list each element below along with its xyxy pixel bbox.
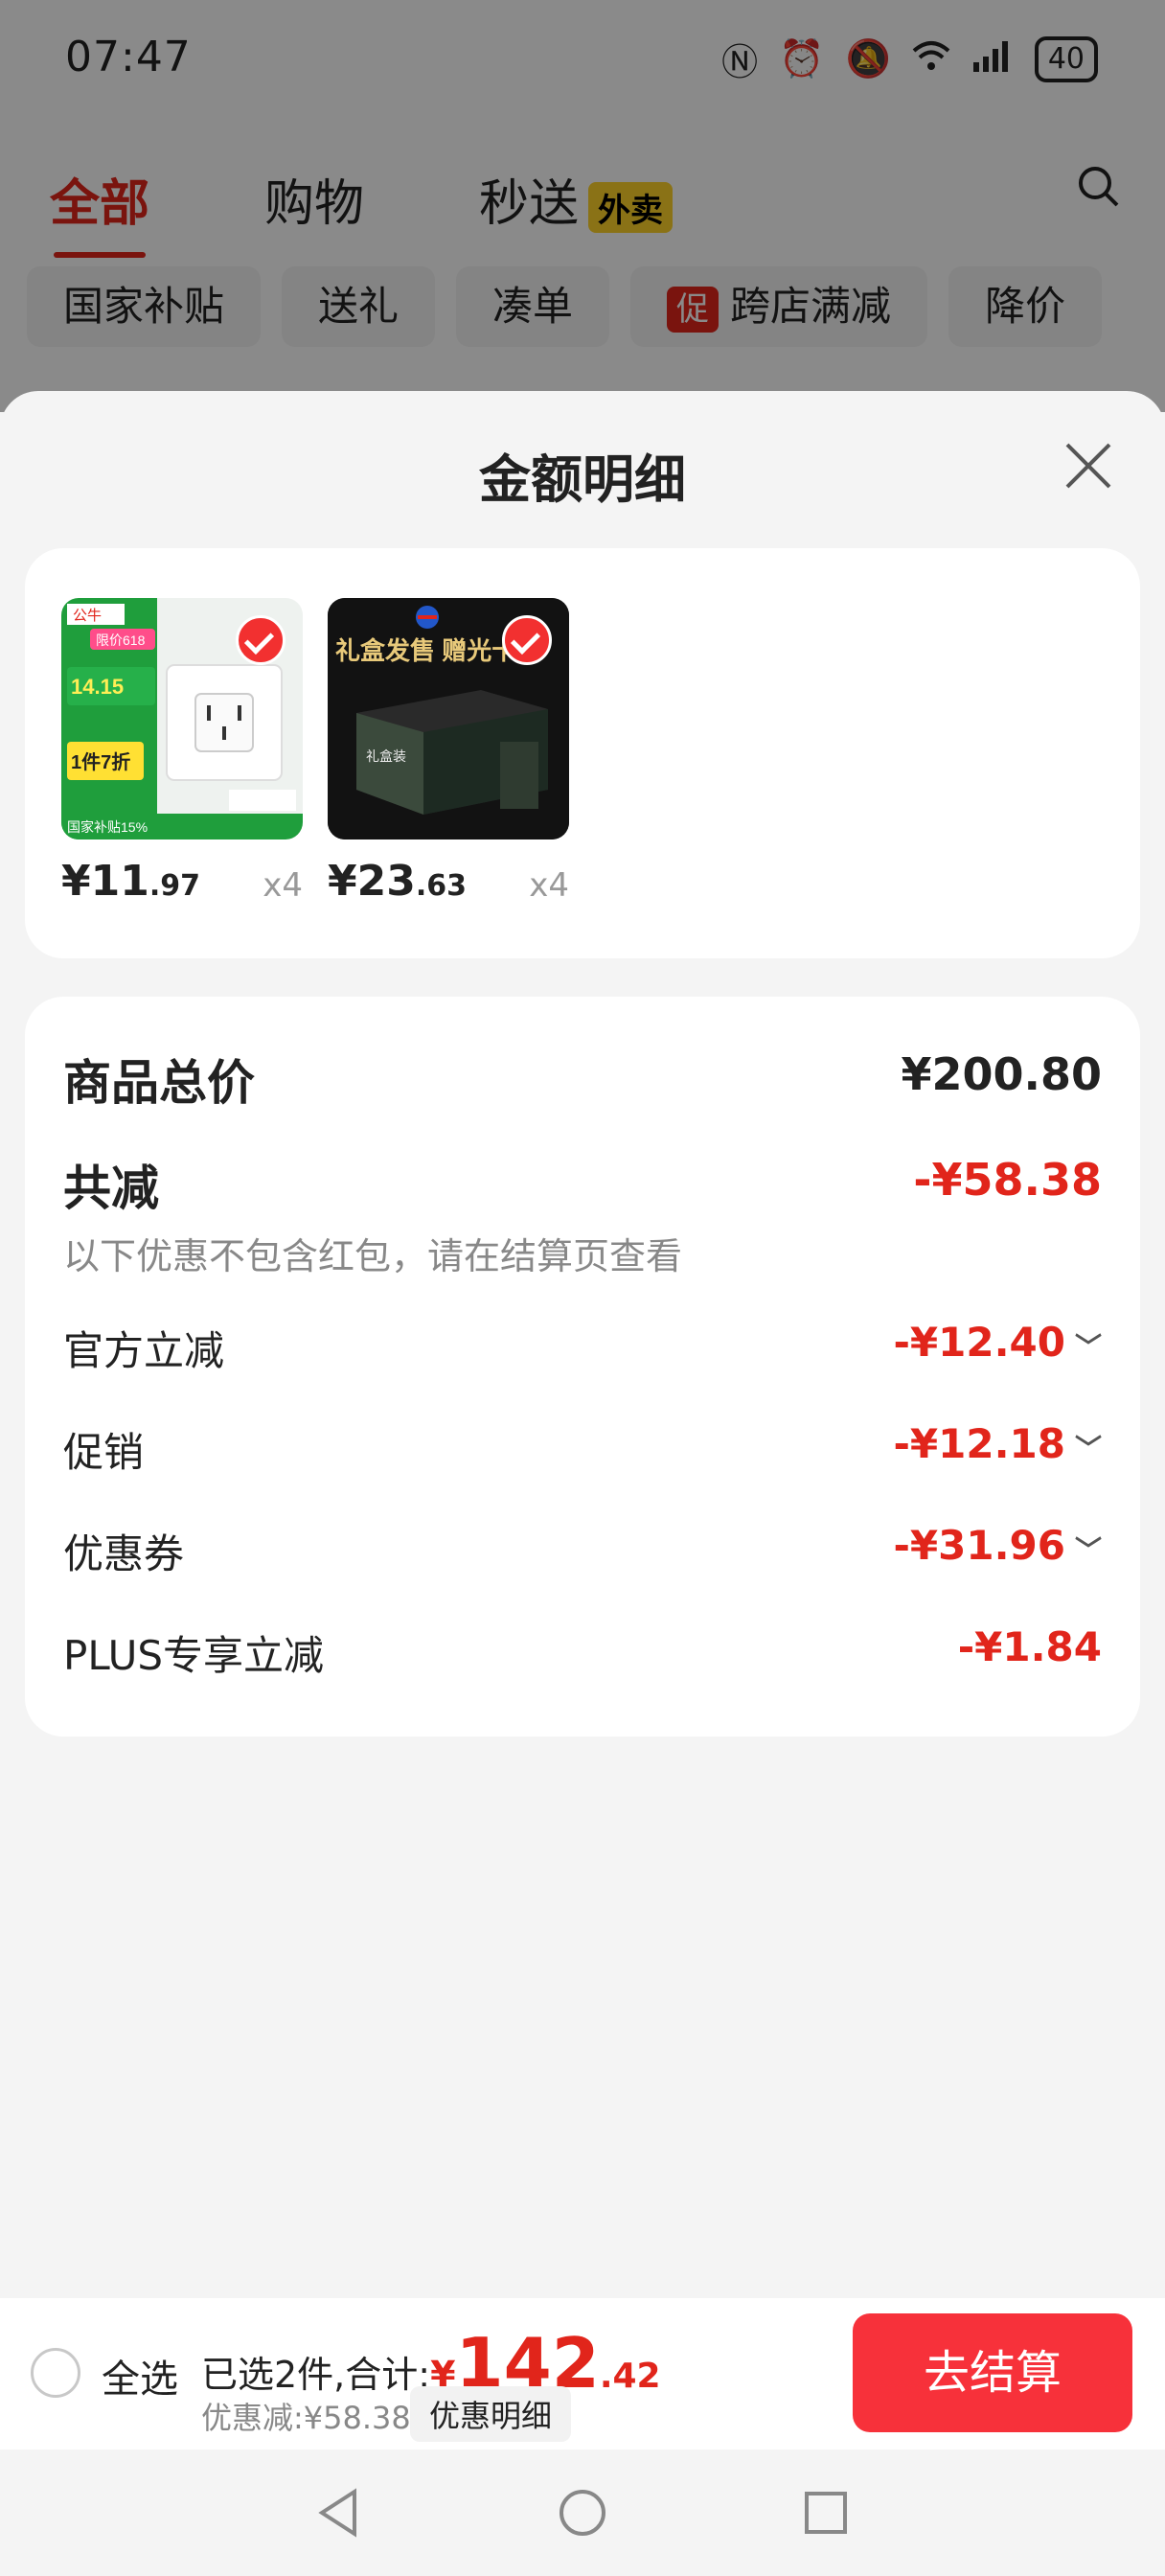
- svg-text:礼盒发售 赠光卡: 礼盒发售 赠光卡: [335, 636, 516, 665]
- product-image: 公牛 限价618 14.15 1件7折 国家补贴15%: [61, 598, 303, 840]
- discount-row-coupon[interactable]: 优惠券 -¥31.96 ﹀: [63, 1522, 1102, 1580]
- sheet-title: 金额明细: [479, 449, 686, 510]
- recents-icon[interactable]: [799, 2486, 853, 2540]
- product-quantity: x4: [529, 866, 569, 905]
- discount-value: -¥12.18 ﹀: [893, 1420, 1102, 1467]
- svg-text:公牛: 公牛: [73, 608, 102, 624]
- reduce-hint: 以下优惠不包含红包，请在结算页查看: [63, 1235, 683, 1277]
- total-price-value: ¥200.80: [901, 1048, 1102, 1100]
- product-price: ¥23.63: [328, 857, 468, 906]
- chevron-down-icon: ﹀: [1074, 1533, 1102, 1566]
- chevron-down-icon: ﹀: [1074, 1330, 1102, 1363]
- select-all-label[interactable]: 全选: [102, 2348, 178, 2404]
- summary-prefix: 已选2件,合计:: [201, 2354, 431, 2396]
- close-icon[interactable]: [1062, 439, 1115, 493]
- checkout-button[interactable]: 去结算: [853, 2313, 1132, 2432]
- selected-check-icon[interactable]: [502, 615, 552, 665]
- svg-text:1件7折: 1件7折: [71, 750, 130, 773]
- product-image: 礼盒发售 赠光卡 礼盒装: [328, 598, 569, 840]
- total-reduce-row: 共减 -¥58.38 以下优惠不包含红包，请在结算页查看: [63, 1150, 1102, 1279]
- discount-row-official[interactable]: 官方立减 -¥12.40 ﹀: [63, 1319, 1102, 1377]
- product-item[interactable]: 礼盒发售 赠光卡 礼盒装 ¥23.63 x4: [328, 598, 569, 906]
- price-detail-card: 商品总价 ¥200.80 共减 -¥58.38 以下优惠不包含红包，请在结算页查…: [25, 997, 1140, 1736]
- total-reduce-value: -¥58.38: [913, 1154, 1102, 1206]
- discount-row-plus: PLUS专享立减 -¥1.84: [63, 1623, 1102, 1682]
- discount-summary: 优惠减:¥58.38: [201, 2400, 411, 2436]
- product-quantity: x4: [263, 866, 303, 905]
- home-icon[interactable]: [556, 2486, 609, 2540]
- product-price-row: ¥11.97 x4: [61, 857, 303, 914]
- svg-text:国家补贴15%: 国家补贴15%: [67, 819, 148, 835]
- discount-row-promotion[interactable]: 促销 -¥12.18 ﹀: [63, 1420, 1102, 1479]
- dim-overlay[interactable]: [0, 0, 1165, 412]
- discount-value: -¥12.40 ﹀: [893, 1319, 1102, 1366]
- discount-value: -¥31.96 ﹀: [893, 1522, 1102, 1569]
- product-card: 公牛 限价618 14.15 1件7折 国家补贴15% ¥11.97 x4 礼盒…: [25, 548, 1140, 958]
- discount-value: -¥1.84: [957, 1623, 1102, 1670]
- svg-text:14.15: 14.15: [71, 675, 124, 699]
- product-price-row: ¥23.63 x4: [328, 857, 569, 914]
- back-icon[interactable]: [312, 2486, 366, 2540]
- checkout-bar: 全选 已选2件,合计:¥142.42 优惠减:¥58.38 优惠明细 去结算: [0, 2298, 1165, 2450]
- product-item[interactable]: 公牛 限价618 14.15 1件7折 国家补贴15% ¥11.97 x4: [61, 598, 303, 906]
- total-price-row: 商品总价 ¥200.80: [63, 1045, 1102, 1114]
- system-nav-bar: [0, 2450, 1165, 2576]
- discount-detail-button[interactable]: 优惠明细: [410, 2386, 572, 2442]
- selected-check-icon[interactable]: [236, 615, 286, 665]
- discount-label: PLUS专享立减: [63, 1632, 325, 1679]
- select-all-radio[interactable]: [31, 2348, 80, 2398]
- svg-text:礼盒装: 礼盒装: [366, 748, 406, 764]
- amount-detail-sheet: 金额明细 公牛 限价618 14.15 1件7折 国家补贴15% ¥11.97 …: [0, 391, 1165, 2576]
- chevron-down-icon: ﹀: [1074, 1432, 1102, 1464]
- product-price: ¥11.97: [61, 857, 201, 906]
- svg-text:限价618: 限价618: [96, 632, 146, 648]
